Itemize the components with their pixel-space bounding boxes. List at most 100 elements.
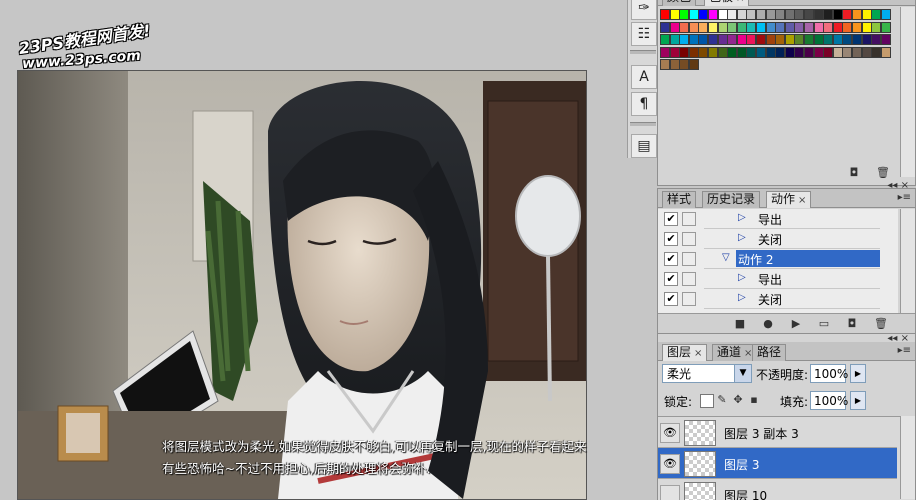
triangle-right-icon[interactable]: ▷ xyxy=(738,212,746,223)
color-swatch[interactable] xyxy=(794,9,805,20)
color-swatch[interactable] xyxy=(871,21,882,33)
color-swatch[interactable] xyxy=(736,21,747,33)
color-swatch[interactable] xyxy=(775,46,786,58)
color-swatch[interactable] xyxy=(756,9,766,20)
color-swatch[interactable] xyxy=(823,46,834,58)
color-swatch[interactable] xyxy=(842,46,853,58)
color-swatch[interactable] xyxy=(708,21,718,33)
opacity-field[interactable]: 100% xyxy=(810,364,848,383)
tool-presets-icon[interactable]: ☷ xyxy=(631,22,657,46)
delete-swatch-icon[interactable]: 🗑 xyxy=(876,167,890,179)
action-toggle-checkbox[interactable]: ✔ xyxy=(664,272,678,286)
color-swatch[interactable] xyxy=(717,9,728,20)
color-swatch[interactable] xyxy=(688,21,699,33)
color-swatch[interactable] xyxy=(669,46,680,58)
color-swatch[interactable] xyxy=(804,46,814,58)
triangle-right-icon[interactable]: ▷ xyxy=(738,232,746,243)
color-swatch[interactable] xyxy=(708,9,718,20)
color-swatch[interactable] xyxy=(880,34,891,45)
color-swatch[interactable] xyxy=(871,9,882,20)
color-swatch[interactable] xyxy=(736,9,747,20)
color-swatch[interactable] xyxy=(736,46,747,58)
eye-icon[interactable]: 👁 xyxy=(660,454,680,474)
fill-field[interactable]: 100% xyxy=(810,391,848,410)
tab-paths[interactable]: 路径 xyxy=(752,344,787,361)
action-toggle-checkbox[interactable]: ✔ xyxy=(664,252,678,266)
color-swatch[interactable] xyxy=(832,46,843,58)
action-row[interactable]: ✔ ▷ 关闭 xyxy=(660,229,880,249)
color-swatch[interactable] xyxy=(784,21,795,33)
color-swatch[interactable] xyxy=(669,9,680,20)
color-swatch[interactable] xyxy=(698,46,709,58)
action-row[interactable]: ✔ ▷ 导出 xyxy=(660,269,880,289)
lock-all-icon[interactable]: ▪ xyxy=(748,394,760,406)
tab-color[interactable]: 颜色 xyxy=(662,0,697,6)
layer-row[interactable]: 👁 图层 3 xyxy=(658,448,897,479)
color-swatch[interactable] xyxy=(756,46,766,58)
color-swatch[interactable] xyxy=(756,34,766,45)
color-swatch[interactable] xyxy=(669,21,680,33)
color-swatch[interactable] xyxy=(842,34,853,45)
color-swatch[interactable] xyxy=(861,34,872,45)
color-swatch[interactable] xyxy=(842,21,853,33)
color-swatch[interactable] xyxy=(660,21,670,33)
color-swatch[interactable] xyxy=(813,34,824,45)
color-swatch[interactable] xyxy=(708,46,718,58)
tab-channels[interactable]: 通道 × xyxy=(712,344,758,361)
color-swatch[interactable] xyxy=(832,21,843,33)
action-toggle-checkbox[interactable]: ✔ xyxy=(664,212,678,226)
color-swatch[interactable] xyxy=(717,46,728,58)
color-swatch[interactable] xyxy=(660,34,670,45)
color-swatch[interactable] xyxy=(880,9,891,20)
brush-presets-icon[interactable]: ✑ xyxy=(631,0,657,20)
tab-history[interactable]: 历史记录 xyxy=(702,191,761,208)
color-swatch[interactable] xyxy=(765,21,776,33)
color-swatch[interactable] xyxy=(852,46,862,58)
lock-transparency-icon[interactable] xyxy=(700,394,714,408)
close-icon[interactable]: × xyxy=(798,195,806,206)
triangle-right-icon[interactable]: ▷ xyxy=(738,292,746,303)
color-swatch[interactable] xyxy=(679,59,690,70)
new-action-icon[interactable]: ◘ xyxy=(846,318,858,330)
color-swatch[interactable] xyxy=(698,21,709,33)
color-swatch[interactable] xyxy=(679,46,690,58)
new-set-icon[interactable]: ▭ xyxy=(818,318,830,330)
close-icon[interactable]: × xyxy=(694,348,702,359)
triangle-down-icon[interactable]: ▽ xyxy=(722,252,730,263)
panel-menu-icon[interactable]: ▸≡ xyxy=(898,345,911,356)
color-swatch[interactable] xyxy=(727,9,738,20)
color-swatch[interactable] xyxy=(679,34,690,45)
color-swatch[interactable] xyxy=(852,9,862,20)
color-swatch[interactable] xyxy=(861,46,872,58)
color-swatch[interactable] xyxy=(679,9,690,20)
color-swatch[interactable] xyxy=(708,34,718,45)
color-swatch[interactable] xyxy=(765,34,776,45)
triangle-right-icon[interactable]: ▷ xyxy=(738,272,746,283)
layer-row[interactable]: 图层 10 xyxy=(658,479,897,500)
close-icon[interactable]: × xyxy=(736,0,744,4)
color-swatch[interactable] xyxy=(852,34,862,45)
color-swatch[interactable] xyxy=(823,34,834,45)
dialog-toggle-checkbox[interactable] xyxy=(682,292,696,306)
color-swatch[interactable] xyxy=(775,34,786,45)
color-swatch[interactable] xyxy=(813,9,824,20)
fill-slider-button[interactable]: ▶ xyxy=(850,391,866,410)
dialog-toggle-checkbox[interactable] xyxy=(682,232,696,246)
color-swatch[interactable] xyxy=(804,34,814,45)
layer-row[interactable]: 👁 图层 3 副本 3 xyxy=(658,417,897,448)
color-swatch[interactable] xyxy=(871,34,882,45)
color-swatch[interactable] xyxy=(717,34,728,45)
color-swatch[interactable] xyxy=(832,9,843,20)
color-swatch[interactable] xyxy=(813,46,824,58)
color-swatch[interactable] xyxy=(861,21,872,33)
action-row[interactable]: ✔ ▷ 关闭 xyxy=(660,289,880,309)
play-icon[interactable]: ▶ xyxy=(790,318,802,330)
actions-scrollbar[interactable] xyxy=(900,209,915,313)
opacity-slider-button[interactable]: ▶ xyxy=(850,364,866,383)
tab-styles[interactable]: 样式 xyxy=(662,191,697,208)
color-swatch[interactable] xyxy=(698,9,709,20)
color-swatch[interactable] xyxy=(861,9,872,20)
color-swatch[interactable] xyxy=(688,59,699,70)
color-swatch[interactable] xyxy=(784,34,795,45)
color-swatch[interactable] xyxy=(660,59,670,70)
